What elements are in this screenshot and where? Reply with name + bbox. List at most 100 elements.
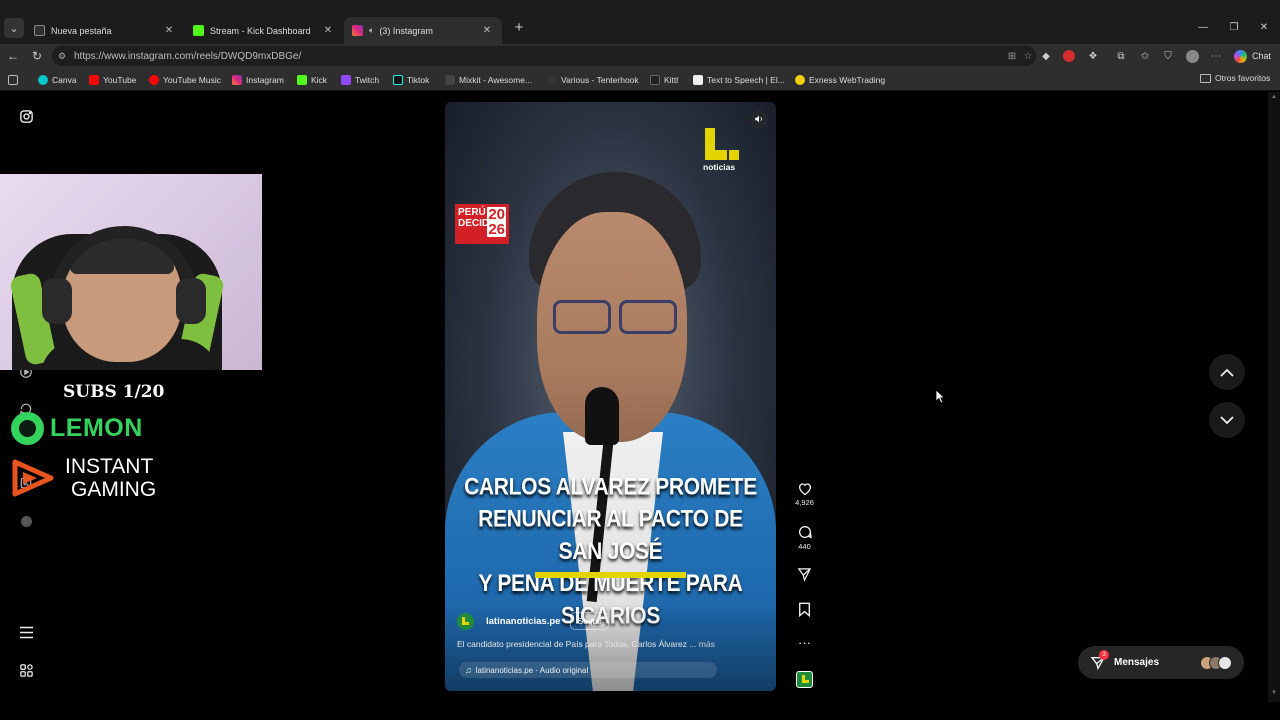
mixkit-icon [445,74,455,85]
maximize-button[interactable]: ❐ [1226,22,1242,33]
scroll-down-arrow[interactable]: ▼ [1271,690,1277,696]
url-text[interactable]: https://www.instagram.com/reels/DWQD9mxD… [74,51,1004,62]
site-info-icon[interactable]: ⚙ [58,51,68,62]
tab-search-button[interactable]: ⌄ [4,18,24,38]
shield-icon[interactable]: ⛉ [1160,48,1176,64]
back-button[interactable]: ← [5,48,21,64]
star-icon[interactable]: ☆ [1020,51,1036,62]
account-handle[interactable]: latinanoticias.pe [486,616,560,627]
subs-goal-text: SUBS 1/20 [63,382,165,402]
messages-label: Mensajes [1114,657,1160,668]
mute-toggle-button[interactable] [750,110,768,128]
tab-nueva-pestana[interactable]: Nueva pestaña ✕ [26,17,184,44]
close-icon[interactable]: ✕ [480,25,494,36]
split-screen-icon[interactable]: ⧉ [1113,48,1129,64]
extension-diamond-icon[interactable]: ◆ [1038,48,1054,64]
copilot-chat-button[interactable]: Chat [1234,47,1271,65]
messages-button[interactable]: 3 Mensajes [1078,646,1244,679]
arrow-left-icon: ← [7,49,19,63]
bookmark-youtube[interactable]: YouTube [89,73,136,86]
bookmark-text-to-speech[interactable]: Text to Speech | El... [693,73,785,86]
save-button[interactable] [794,602,815,617]
reel-audio-link[interactable]: ♫ latinanoticias.pe · Audio original [459,662,717,678]
audio-thumbnail-avatar[interactable] [796,671,813,688]
headphone-right [176,278,206,324]
previous-reel-button[interactable] [1209,354,1245,390]
caption-more-link[interactable]: más [699,639,715,649]
bookmark-label: Text to Speech | El... [707,74,785,85]
elevenlabs-icon [693,74,703,85]
bookmark-label: Exness WebTrading [809,74,886,85]
folder-icon [1200,73,1211,83]
instagram-logo-icon[interactable] [17,107,35,125]
bookmark-instagram[interactable]: Instagram [232,73,284,86]
new-tab-button[interactable]: + [511,20,527,36]
headline-underline [535,572,686,578]
bookmark-label: YouTube [103,74,137,85]
recent-chat-avatars [1200,655,1232,670]
reload-button[interactable]: ↻ [29,48,45,64]
close-icon[interactable]: ✕ [162,25,176,36]
page-scrollbar[interactable]: ▲ ▼ [1268,92,1280,702]
bookmark-mixkit[interactable]: Mixkit - Awesome... [445,73,532,86]
tab-title: Nueva pestaña [51,25,112,36]
comment-button[interactable]: 440 [794,524,815,551]
lemon-icon [11,412,44,445]
tab-kick-dashboard[interactable]: Stream - Kick Dashboard ✕ [185,17,343,44]
headline-line-1: CARLOS ALVAREZ PROMETE [464,473,757,501]
minimize-button[interactable]: — [1195,22,1211,33]
bookmark-label: Instagram [246,74,284,85]
headline-line-2: RENUNCIAR AL PACTO DE SAN JOSÉ [478,506,743,565]
close-icon[interactable]: ✕ [321,25,335,36]
reload-icon: ↻ [31,49,43,63]
account-avatar[interactable] [457,612,474,630]
send-icon [797,568,812,582]
extension-icon[interactable]: ❖ [1085,48,1101,64]
bookmark-kittl[interactable]: Kittl [650,73,678,86]
bookmark-twitch[interactable]: Twitch [341,73,379,86]
profile-nav-icon[interactable] [17,512,35,530]
next-reel-button[interactable] [1209,402,1245,438]
address-bar[interactable]: ⚙ https://www.instagram.com/reels/DWQD9m… [52,46,1036,66]
more-dots-icon: ··· [798,635,811,650]
instant-gaming-sponsor-logo: INSTANT GAMING [11,455,156,501]
other-bookmarks-folder[interactable]: Otros favoritos [1200,73,1270,83]
bookmark-canva[interactable]: Canva [38,73,77,86]
reel-account-row: latinanoticias.pe Seguir [457,612,610,630]
heart-icon [798,483,811,496]
install-app-icon[interactable]: ⊞ [1004,51,1020,62]
bookmark-kick[interactable]: Kick [297,73,327,86]
also-from-meta-icon[interactable] [17,661,35,679]
browser-tab-bar: ⌄ Nueva pestaña ✕ Stream - Kick Dashboar… [0,0,1280,44]
speaker-icon[interactable]: 🔈︎ [369,25,374,36]
follow-button[interactable]: Seguir [570,612,610,630]
reel-caption[interactable]: El candidato presidencial de País para T… [457,639,757,649]
reading-list-icon[interactable] [8,73,22,86]
bookmark-tiktok[interactable]: Tiktok [393,73,429,86]
reel-video[interactable]: noticias PERÚ DECIDE 20 26 CARLOS ALVARE… [445,102,776,691]
logo-text: noticias [703,162,736,172]
tab-title: (3) Instagram [379,25,433,36]
scroll-up-arrow[interactable]: ▲ [1271,94,1277,100]
bookmark-label: Twitch [355,74,380,85]
instant-word: INSTANT [65,455,154,478]
share-button[interactable] [794,567,815,582]
menu-icon[interactable] [17,623,35,641]
favorites-icon[interactable]: ✩ [1137,48,1153,64]
headphone-left [42,278,72,324]
bookmark-youtube-music[interactable]: YouTube Music [149,73,221,86]
canva-icon [38,74,48,85]
tiktok-icon [393,74,403,85]
audio-label: latinanoticias.pe · Audio original [475,665,589,675]
bookmark-exness[interactable]: Exness WebTrading [795,73,885,86]
more-options-button[interactable]: ··· [794,636,815,650]
bookmark-tenterhook[interactable]: Various - Tenterhook [547,73,639,86]
adblock-icon[interactable] [1061,48,1077,64]
twitch-icon [341,74,351,85]
bookmark-label: Tiktok [407,74,430,85]
close-window-button[interactable]: ✕ [1256,22,1272,33]
more-options-icon[interactable]: ⋯ [1208,48,1224,64]
profile-avatar[interactable] [1184,48,1200,64]
tab-instagram[interactable]: 🔈︎ (3) Instagram ✕ [344,17,502,44]
like-button[interactable]: 4,926 [794,481,815,507]
